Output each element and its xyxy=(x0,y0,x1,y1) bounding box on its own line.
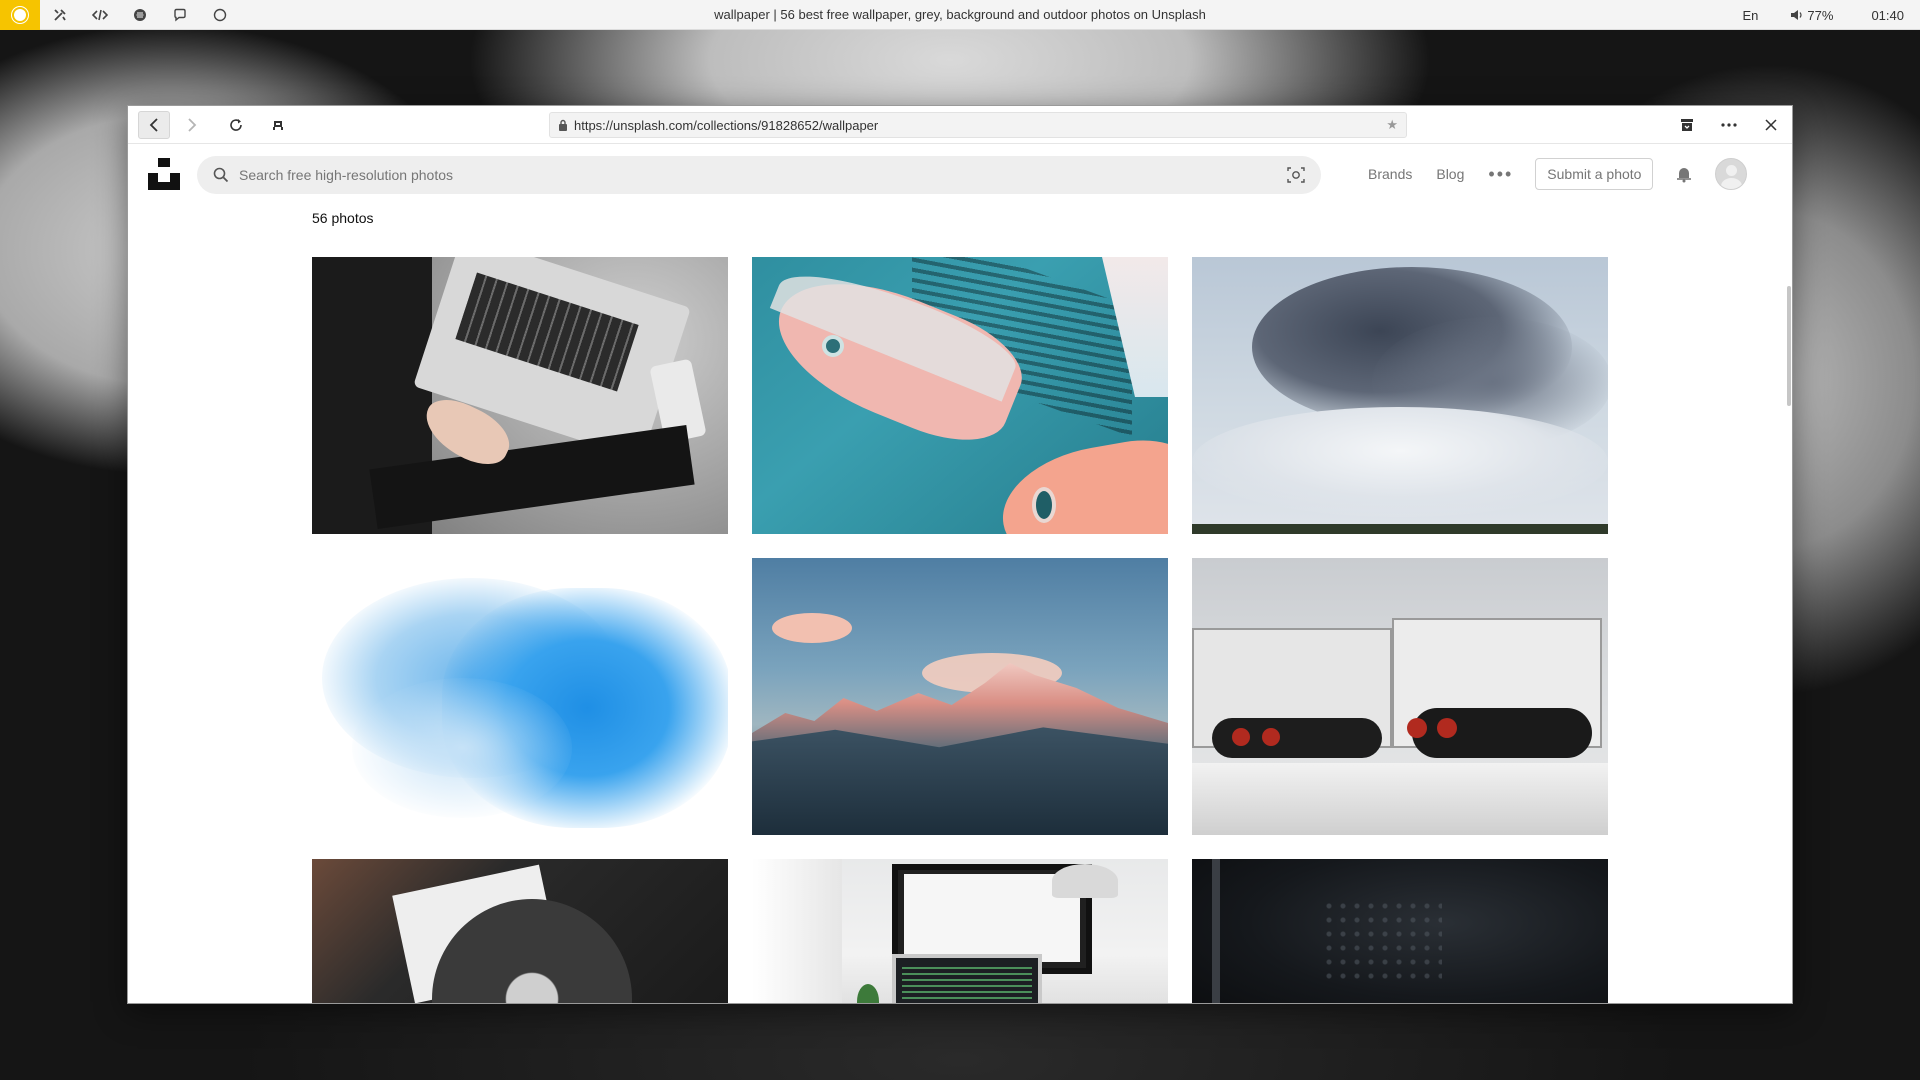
archive-button[interactable] xyxy=(1666,111,1708,139)
reload-icon xyxy=(230,118,242,131)
menu-button[interactable] xyxy=(1708,111,1750,139)
photo-mountains[interactable] xyxy=(752,558,1168,835)
circle-icon xyxy=(213,8,227,21)
volume-indicator[interactable]: 77% xyxy=(1774,8,1855,23)
circle-button[interactable] xyxy=(200,0,240,30)
site-header: Brands Blog ••• Submit a photo xyxy=(128,144,1792,204)
photo-blue-ink[interactable] xyxy=(312,558,728,835)
keyboard-layout[interactable]: En xyxy=(1727,8,1775,23)
search-bar[interactable] xyxy=(197,156,1321,194)
volume-percent: 77% xyxy=(1807,7,1834,23)
page-scrollbar[interactable] xyxy=(1786,204,1792,1003)
forward-icon xyxy=(188,117,197,132)
search-input[interactable] xyxy=(239,167,1287,183)
launcher-icon xyxy=(14,8,26,21)
photo-fish-mural[interactable] xyxy=(752,257,1168,534)
close-button[interactable] xyxy=(1750,111,1792,139)
speaker-icon xyxy=(1791,10,1803,20)
close-icon xyxy=(1765,119,1777,131)
main-nav: Brands Blog ••• Submit a photo xyxy=(1368,144,1748,204)
photo-lego-robots[interactable] xyxy=(1192,558,1608,835)
back-button[interactable] xyxy=(138,110,170,139)
forward-button[interactable] xyxy=(176,111,208,139)
nav-blog[interactable]: Blog xyxy=(1436,166,1464,182)
reload-button[interactable] xyxy=(220,111,252,139)
chat-button[interactable] xyxy=(160,0,200,30)
back-icon xyxy=(149,117,158,132)
code-button[interactable] xyxy=(80,0,120,30)
url-text[interactable]: https://unsplash.com/collections/9182865… xyxy=(574,118,1386,133)
music-button[interactable] xyxy=(120,0,160,30)
extension-button[interactable] xyxy=(262,111,294,139)
tools-icon xyxy=(54,8,66,21)
search-icon[interactable] xyxy=(213,167,229,183)
lock-icon xyxy=(558,119,568,131)
visual-search-icon[interactable] xyxy=(1287,166,1305,184)
clock[interactable]: 01:40 xyxy=(1855,8,1920,23)
archive-icon xyxy=(1681,119,1693,131)
photo-turntable[interactable] xyxy=(312,859,728,1003)
more-icon xyxy=(1721,123,1737,127)
chat-icon xyxy=(174,8,186,21)
system-panel: wallpaper | 56 best free wallpaper, grey… xyxy=(0,0,1920,30)
nav-brands[interactable]: Brands xyxy=(1368,166,1412,182)
notification-bell-icon[interactable] xyxy=(1675,165,1693,183)
submit-photo-button[interactable]: Submit a photo xyxy=(1535,158,1654,190)
user-avatar[interactable] xyxy=(1715,158,1748,190)
music-icon xyxy=(134,8,146,21)
scrollbar-thumb[interactable] xyxy=(1787,286,1791,406)
bookmark-star-icon[interactable]: ★ xyxy=(1386,117,1398,133)
photo-count: 56 photos xyxy=(312,210,374,226)
unsplash-logo[interactable] xyxy=(148,158,180,190)
active-window-title: wallpaper | 56 best free wallpaper, grey… xyxy=(714,7,1206,22)
tools-button[interactable] xyxy=(40,0,80,30)
more-menu-button[interactable]: ••• xyxy=(1488,165,1513,183)
photo-desk[interactable] xyxy=(752,859,1168,1003)
browser-window: https://unsplash.com/collections/9182865… xyxy=(127,105,1793,1004)
code-icon xyxy=(92,9,108,20)
photo-laptop[interactable] xyxy=(312,257,728,534)
browser-toolbar: https://unsplash.com/collections/9182865… xyxy=(128,106,1792,144)
photo-volcano-cloud[interactable] xyxy=(1192,257,1608,534)
address-bar[interactable]: https://unsplash.com/collections/9182865… xyxy=(549,112,1407,138)
launcher-button[interactable] xyxy=(0,0,40,30)
photo-dark[interactable] xyxy=(1192,859,1608,1003)
extension-icon xyxy=(273,120,283,130)
